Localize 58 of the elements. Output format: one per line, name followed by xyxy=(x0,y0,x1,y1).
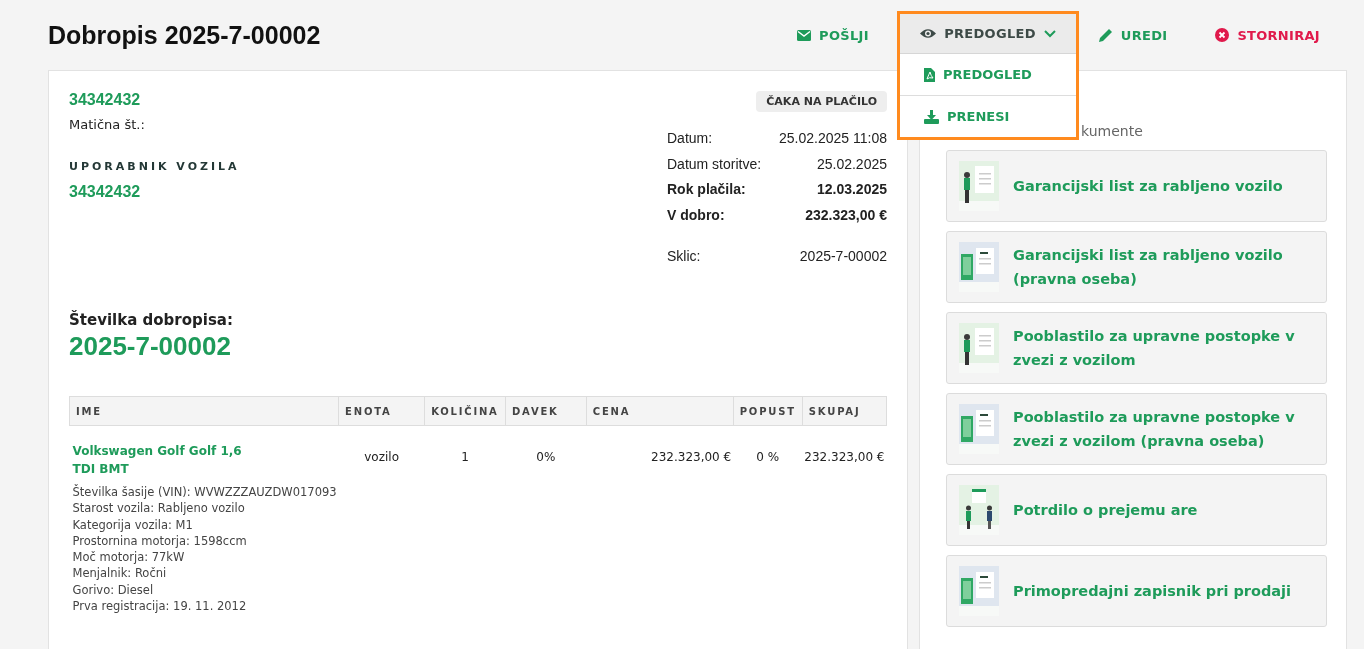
registration-label: Matična št.: xyxy=(69,117,146,132)
detail-value: 25.02.2025 xyxy=(816,155,887,174)
panel-heading: kumente xyxy=(1081,123,1143,139)
table-cell: 0 % xyxy=(756,450,780,464)
document-template-card[interactable]: Pooblastilo za upravne postopke v zvezi z vozilom xyxy=(946,312,1327,384)
column-header: CENA xyxy=(586,396,734,426)
detail-label: Sklic: xyxy=(667,248,701,266)
item-detail: Prva registracija: 19. 11. 2012 xyxy=(72,598,248,615)
page-title: Dobropis 2025-7-00002 xyxy=(48,20,321,50)
column-header: SKUPAJ xyxy=(802,396,887,426)
detail-label: V dobro: xyxy=(667,206,725,225)
item-detail: Menjalnik: Ročni xyxy=(72,565,168,582)
detail-label: Datum storitve: xyxy=(667,155,762,174)
status-badge: ČAKA NA PLAČILO xyxy=(756,91,887,112)
credit-note-number-label: Številka dobropisa: xyxy=(69,311,234,329)
chevron-down-icon xyxy=(1043,29,1056,38)
document-template-card[interactable]: Pooblastilo za upravne postopke v zvezi z vozilom (pravna oseba) xyxy=(946,393,1327,465)
close-icon xyxy=(1215,28,1230,42)
send-button[interactable]: POŠLJI xyxy=(783,19,883,51)
document-template-card[interactable]: Garancijski list za rabljeno vozilo xyxy=(946,150,1327,222)
document-template-card[interactable]: Primopredajni zapisnik pri prodaji xyxy=(946,555,1327,627)
cancel-button[interactable]: STORNIRAJ xyxy=(1201,19,1334,51)
detail-label: Datum: xyxy=(667,130,713,148)
detail-label: Rok plačila: xyxy=(667,181,746,199)
table-cell: 232.323,00 € xyxy=(651,450,732,464)
download-icon xyxy=(924,109,939,124)
table-cell: 1 xyxy=(461,450,469,464)
document-template-card[interactable]: Garancijski list za rabljeno vozilo (pravna oseba) xyxy=(946,231,1327,303)
detail-value: 232.323,00 € xyxy=(805,206,887,225)
section-heading: UPORABNIK VOZILA xyxy=(69,160,240,173)
item-detail: Prostornina motorja: 1598ccm xyxy=(72,532,248,550)
vehicle-user-id: 34342432 xyxy=(69,183,142,201)
edit-button[interactable]: UREDI xyxy=(1084,19,1182,51)
item-detail: Kategorija vozila: M1 xyxy=(72,516,194,533)
table-cell: 232.323,00 € xyxy=(804,450,885,464)
envelope-icon xyxy=(797,29,812,41)
column-header: KOLIČINA xyxy=(424,396,506,426)
pdf-file-icon xyxy=(924,67,935,82)
column-header: DAVEK xyxy=(505,396,587,426)
item-detail: Starost vozila: Rabljeno vozilo xyxy=(72,500,246,517)
detail-value: 25.02.2025 11:08 xyxy=(779,130,887,148)
column-header: POPUST xyxy=(733,396,803,426)
item-detail: Gorivo: Diesel xyxy=(72,581,155,599)
item-detail: Številka šasije (VIN): WVWZZZAUZDW017093 xyxy=(72,484,337,501)
column-header: IME xyxy=(69,396,339,426)
pencil-icon xyxy=(1098,28,1113,42)
table-cell: 0% xyxy=(536,450,556,464)
table-cell: vozilo xyxy=(364,450,399,464)
customer-id: 34342432 xyxy=(69,91,142,109)
column-header: ENOTA xyxy=(338,396,425,426)
eye-icon xyxy=(920,28,937,39)
detail-value: 12.03.2025 xyxy=(816,181,887,199)
credit-note-number: 2025-7-00002 xyxy=(69,331,232,362)
item-detail: Moč motorja: 77kW xyxy=(72,549,186,566)
document-template-card[interactable]: Potrdilo o prejemu are xyxy=(946,474,1327,546)
item-name: Volkswagen Golf Golf 1,6 TDI BMT xyxy=(72,443,243,478)
detail-value: 2025-7-00002 xyxy=(799,248,887,266)
preview-dropdown-button[interactable]: PREDOGLED xyxy=(900,14,1076,54)
